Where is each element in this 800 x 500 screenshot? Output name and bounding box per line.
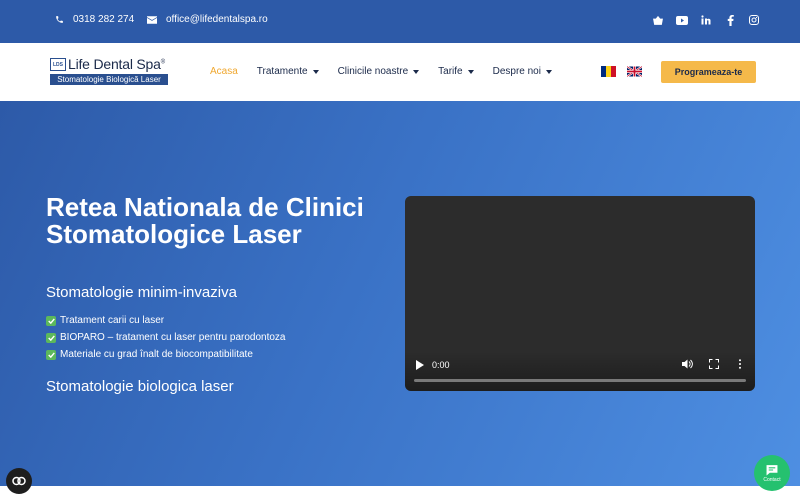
phone-icon (56, 16, 63, 23)
hero-title: Retea Nationala de Clinici Stomatologice… (46, 192, 364, 249)
social-links (652, 14, 760, 26)
nav-item-despre-noi[interactable]: Despre noi (493, 66, 552, 77)
feature-list: Tratament carii cu laser BIOPARO – trata… (46, 312, 286, 363)
checkmark-icon (46, 332, 56, 343)
more-options-icon[interactable] (738, 359, 742, 369)
email-address: office@lifedentalspa.ro (166, 14, 268, 25)
video-time: 0:00 (432, 360, 450, 370)
feature-text: BIOPARO – tratament cu laser pentru paro… (60, 332, 286, 343)
accessibility-icon (12, 476, 26, 486)
list-item: BIOPARO – tratament cu laser pentru paro… (46, 329, 286, 346)
site-logo[interactable]: LDS Life Dental Spa® Stomatologie Biolog… (50, 56, 168, 88)
phone-contact[interactable]: 0318 282 274 (55, 14, 134, 25)
video-progress-bar[interactable] (414, 379, 746, 382)
caret-down-icon (413, 69, 420, 74)
youtube-icon[interactable] (676, 14, 688, 26)
nav-item-acasa[interactable]: Acasa (210, 66, 238, 77)
phone-number: 0318 282 274 (73, 14, 135, 25)
chat-icon (766, 464, 778, 475)
nav-item-label: Tratamente (256, 66, 308, 77)
envelope-icon (147, 15, 157, 24)
nav-item-label: Acasa (210, 66, 238, 77)
video-player[interactable]: 0:00 (405, 196, 755, 391)
hero-subtitle: Stomatologie minim-invaziva (46, 284, 237, 301)
video-controls (405, 351, 755, 391)
hero-footer-text: Stomatologie biologica laser (46, 378, 234, 395)
volume-icon[interactable] (682, 359, 693, 369)
main-menu: Acasa Tratamente Clinicile noastre Tarife De… (210, 66, 571, 77)
checkmark-icon (46, 315, 56, 326)
basket-icon[interactable] (652, 14, 664, 26)
nav-item-label: Tarife (438, 66, 463, 77)
nav-item-tratamente[interactable]: Tratamente (257, 66, 319, 77)
top-bar: 0318 282 274 office@lifedentalspa.ro (0, 0, 800, 43)
romanian-flag-icon[interactable] (601, 66, 616, 77)
feature-text: Materiale cu grad înalt de biocompatibil… (60, 349, 253, 360)
logo-mark: LDS (50, 58, 66, 71)
english-flag-icon[interactable] (627, 66, 642, 77)
fullscreen-icon[interactable] (709, 359, 719, 369)
nav-item-label: Clinicile noastre (337, 66, 409, 77)
facebook-icon[interactable] (724, 14, 736, 26)
chat-label: Contact (763, 476, 781, 483)
page-bottom-strip (0, 486, 800, 500)
logo-tagline: Stomatologie Biologică Laser (50, 74, 168, 85)
hero-section: Retea Nationala de Clinici Stomatologice… (0, 101, 800, 486)
caret-down-icon (312, 69, 319, 74)
schedule-button[interactable]: Programeaza-te (661, 61, 756, 83)
instagram-icon[interactable] (748, 14, 760, 26)
email-contact[interactable]: office@lifedentalspa.ro (147, 14, 268, 25)
linkedin-icon[interactable] (700, 14, 712, 26)
logo-brand: Life Dental Spa® (68, 56, 165, 72)
list-item: Tratament carii cu laser (46, 312, 286, 329)
nav-item-tarife[interactable]: Tarife (438, 66, 474, 77)
caret-down-icon (467, 69, 474, 74)
accessibility-button[interactable] (6, 468, 32, 494)
nav-item-label: Despre noi (492, 66, 541, 77)
list-item: Materiale cu grad înalt de biocompatibil… (46, 346, 286, 363)
play-icon[interactable] (416, 360, 424, 370)
chat-button[interactable]: Contact (754, 455, 790, 491)
checkmark-icon (46, 349, 56, 360)
feature-text: Tratament carii cu laser (60, 315, 165, 326)
nav-item-clinicile-noastre[interactable]: Clinicile noastre (338, 66, 420, 77)
caret-down-icon (545, 69, 552, 74)
